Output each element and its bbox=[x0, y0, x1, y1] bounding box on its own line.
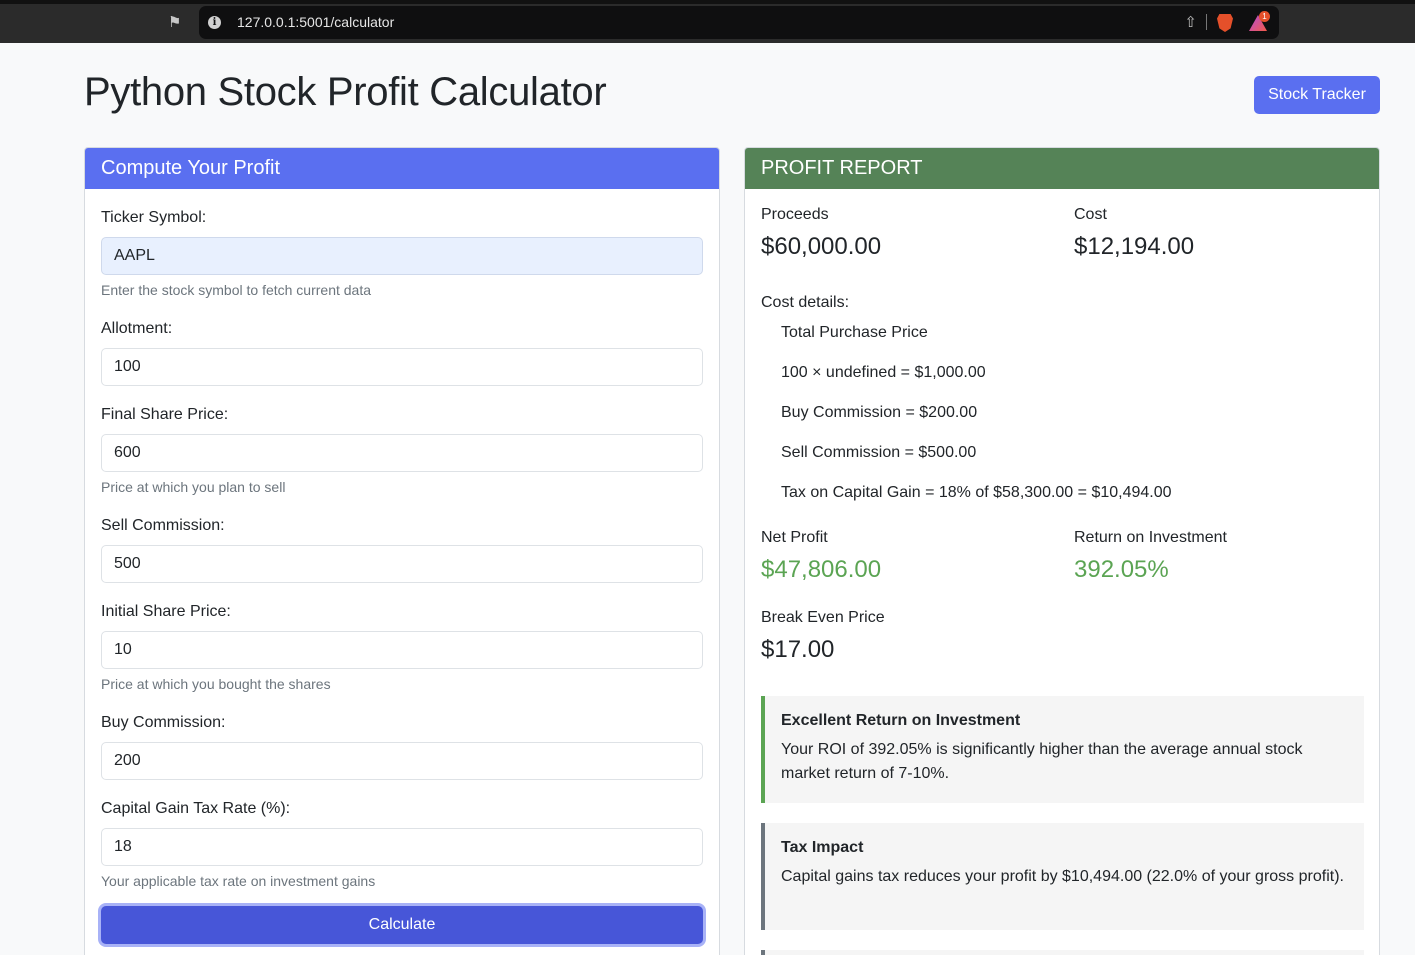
calculate-button[interactable]: Calculate bbox=[101, 906, 703, 944]
share-icon[interactable]: ⇧ bbox=[1184, 13, 1197, 31]
tax-rate-input[interactable]: 18 bbox=[101, 828, 703, 866]
compute-profit-card: Compute Your Profit Ticker Symbol: AAPL … bbox=[84, 147, 720, 955]
cost-label: Cost bbox=[1074, 206, 1107, 223]
callout-title: Tax Impact bbox=[781, 839, 864, 856]
bookmark-icon[interactable]: ⚑ bbox=[168, 13, 184, 31]
brave-shield-icon[interactable] bbox=[1217, 14, 1233, 32]
net-profit-value: $47,806.00 bbox=[761, 556, 882, 583]
sell-commission-label: Sell Commission: bbox=[101, 517, 225, 534]
url-text[interactable]: 127.0.0.1:5001/calculator bbox=[237, 14, 394, 30]
final-price-input[interactable]: 600 bbox=[101, 434, 703, 472]
proceeds-value: $60,000.00 bbox=[761, 233, 882, 260]
initial-price-label: Initial Share Price: bbox=[101, 603, 231, 620]
cost-detail-line: Sell Commission = $500.00 bbox=[781, 444, 977, 461]
cost-detail-line: Buy Commission = $200.00 bbox=[781, 404, 978, 421]
card-title: PROFIT REPORT bbox=[745, 148, 1379, 189]
initial-price-input[interactable]: 10 bbox=[101, 631, 703, 669]
stock-tracker-button[interactable]: Stock Tracker bbox=[1254, 76, 1380, 114]
page-title: Python Stock Profit Calculator bbox=[84, 70, 607, 114]
notification-badge: 1 bbox=[1259, 11, 1270, 22]
net-profit-label: Net Profit bbox=[761, 529, 828, 546]
divider bbox=[1206, 14, 1207, 30]
tax-rate-help: Your applicable tax rate on investment g… bbox=[101, 873, 376, 889]
buy-commission-label: Buy Commission: bbox=[101, 714, 226, 731]
cost-detail-line: Tax on Capital Gain = 18% of $58,300.00 … bbox=[781, 484, 1172, 501]
proceeds-label: Proceeds bbox=[761, 206, 829, 223]
address-bar[interactable]: i 127.0.0.1:5001/calculator ⇧ 1 bbox=[199, 6, 1279, 39]
tax-impact-callout: Tax Impact Capital gains tax reduces you… bbox=[761, 823, 1364, 930]
roi-value: 392.05% bbox=[1074, 556, 1169, 583]
profit-report-card: PROFIT REPORT Proceeds $60,000.00 Cost $… bbox=[744, 147, 1380, 955]
cost-details-label: Cost details: bbox=[761, 294, 850, 311]
card-title: Compute Your Profit bbox=[85, 148, 719, 189]
callout-text: Capital gains tax reduces your profit by… bbox=[781, 868, 1344, 885]
break-even-label: Break Even Price bbox=[761, 609, 885, 626]
ticker-help: Enter the stock symbol to fetch current … bbox=[101, 282, 372, 298]
break-even-value: $17.00 bbox=[761, 636, 835, 663]
browser-chrome: ⚑ i 127.0.0.1:5001/calculator ⇧ 1 bbox=[0, 0, 1415, 43]
tax-rate-label: Capital Gain Tax Rate (%): bbox=[101, 800, 291, 817]
site-info-icon[interactable]: i bbox=[208, 16, 221, 29]
buy-commission-input[interactable]: 200 bbox=[101, 742, 703, 780]
callout-partial bbox=[761, 950, 1364, 955]
allotment-input[interactable]: 100 bbox=[101, 348, 703, 386]
cost-value: $12,194.00 bbox=[1074, 233, 1195, 260]
roi-label: Return on Investment bbox=[1074, 529, 1227, 546]
callout-text: Your ROI of 392.05% is significantly hig… bbox=[781, 741, 1303, 782]
allotment-label: Allotment: bbox=[101, 320, 173, 337]
initial-price-help: Price at which you bought the shares bbox=[101, 676, 331, 692]
final-price-label: Final Share Price: bbox=[101, 406, 229, 423]
callout-title: Excellent Return on Investment bbox=[781, 712, 1021, 729]
cost-detail-line: Total Purchase Price bbox=[781, 324, 928, 341]
cost-detail-line: 100 × undefined = $1,000.00 bbox=[781, 364, 986, 381]
ticker-label: Ticker Symbol: bbox=[101, 209, 207, 226]
roi-callout: Excellent Return on Investment Your ROI … bbox=[761, 696, 1364, 803]
ticker-input[interactable]: AAPL bbox=[101, 237, 703, 275]
sell-commission-input[interactable]: 500 bbox=[101, 545, 703, 583]
final-price-help: Price at which you plan to sell bbox=[101, 479, 286, 495]
